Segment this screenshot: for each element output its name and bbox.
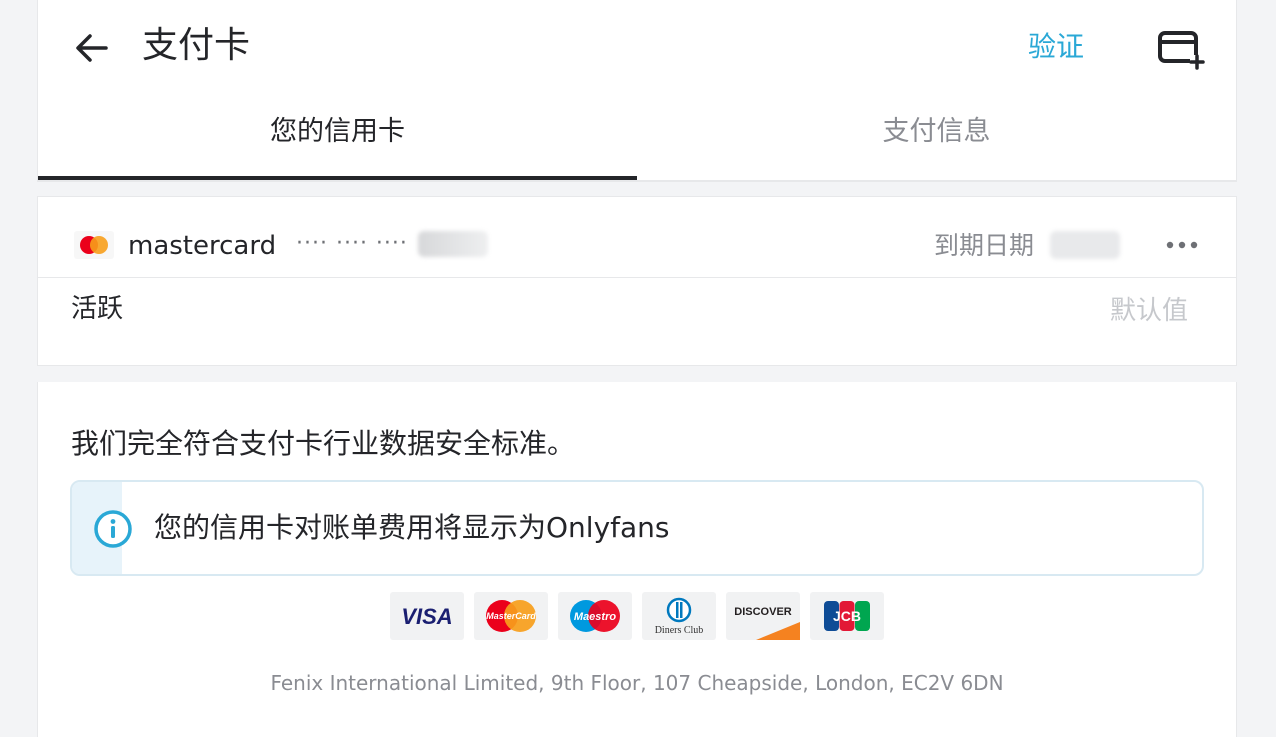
card-plus-icon xyxy=(1158,31,1205,70)
add-card-button[interactable] xyxy=(1156,28,1206,70)
card-brand: mastercard xyxy=(128,231,277,261)
more-horizontal-icon xyxy=(1166,241,1198,249)
card-status: 活跃 xyxy=(71,294,124,324)
jcb-logo-text: JCB xyxy=(833,608,861,624)
discover-logo: DISCOVER xyxy=(726,592,800,640)
expiry-date-label: 到期日期 xyxy=(934,231,1035,260)
billing-notice: 您的信用卡对账单费用将显示为Onlyfans xyxy=(70,480,1204,576)
diners-logo-text: Diners Club xyxy=(655,625,704,636)
billing-notice-text: 您的信用卡对账单费用将显示为Onlyfans xyxy=(154,511,670,544)
arrow-left-icon xyxy=(76,34,108,62)
maestro-logo-text: Maestro xyxy=(574,611,616,623)
card-row-divider xyxy=(38,277,1236,278)
visa-logo: VISA xyxy=(390,592,464,640)
back-button[interactable] xyxy=(70,26,114,70)
saved-card[interactable]: mastercard ···· ···· ···· 到期日期 活跃 默认值 xyxy=(37,196,1237,366)
company-address: Fenix International Limited, 9th Floor, … xyxy=(270,671,1004,695)
card-number-masked: ···· ···· ···· xyxy=(296,231,408,256)
maestro-logo: Maestro xyxy=(558,592,632,640)
card-more-button[interactable] xyxy=(1162,231,1202,259)
pci-compliance-text: 我们完全符合支付卡行业数据安全标准。 xyxy=(71,427,576,460)
security-panel: 我们完全符合支付卡行业数据安全标准。 您的信用卡对账单费用将显示为Onlyfan… xyxy=(37,382,1237,737)
mastercard-logo-text: MasterCard xyxy=(486,611,536,621)
jcb-logo: JCB xyxy=(810,592,884,640)
info-icon xyxy=(94,510,132,548)
tabs-divider xyxy=(38,180,1236,182)
card-number-redacted xyxy=(418,231,488,257)
verify-link[interactable]: 验证 xyxy=(1028,28,1084,66)
header-panel: 支付卡 验证 您的信用卡 支付信息 xyxy=(37,0,1237,182)
tab-payment-info[interactable]: 支付信息 xyxy=(637,112,1236,152)
tab-your-cards[interactable]: 您的信用卡 xyxy=(38,112,637,152)
discover-logo-text: DISCOVER xyxy=(734,606,792,618)
mastercard-logo: MasterCard xyxy=(474,592,548,640)
visa-logo-text: VISA xyxy=(401,604,452,629)
mastercard-logo-icon xyxy=(74,231,114,259)
default-card-label[interactable]: 默认值 xyxy=(1110,293,1188,329)
accepted-cards: VISA MasterCard Maestro Diners Club DISC… xyxy=(390,592,884,640)
diners-club-logo: Diners Club xyxy=(642,592,716,640)
page-title: 支付卡 xyxy=(142,25,251,66)
expiry-date-redacted xyxy=(1050,231,1120,259)
